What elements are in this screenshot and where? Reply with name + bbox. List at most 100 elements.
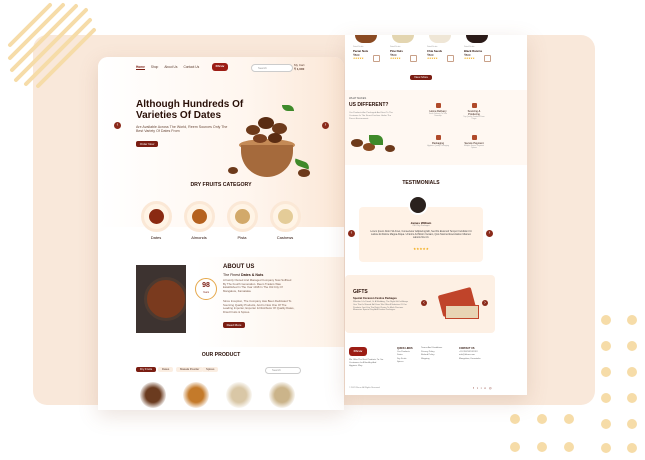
cart-widget[interactable]: My Cart ₹ 1,000 <box>294 63 305 71</box>
product-card[interactable]: Dried Fruits Pecan Nuts ₹500 ★★★★★ <box>351 35 381 68</box>
category-label: Cashews <box>276 235 294 240</box>
feature-desc: Multiple Secure Payment Options <box>464 145 484 150</box>
about-subheading: The Finest Dates & Nuts <box>223 273 263 277</box>
homepage-mockup-left: Home Shop About Us Contact Us Dhruv Sear… <box>98 57 344 410</box>
homepage-mockup-right: Dried Fruits Pecan Nuts ₹500 ★★★★★ Dried… <box>345 35 527 395</box>
product-image[interactable] <box>269 382 295 408</box>
gifts-subheading: Special Occasion Festive Packages <box>353 297 397 300</box>
tab-spices[interactable]: Spices <box>202 367 219 372</box>
product-category: Dried Fruits <box>353 46 364 48</box>
hero-next-arrow-icon[interactable]: › <box>322 122 329 129</box>
add-to-cart-icon[interactable] <box>447 55 454 62</box>
why-heading: US DIFFERENT? <box>349 102 389 108</box>
product-card[interactable]: Dried Fruits Black Raisins ₹500 ★★★★★ <box>462 35 492 68</box>
add-to-cart-icon[interactable] <box>373 55 380 62</box>
why-paragraph: Our Products Are Packaged And Sent To Th… <box>349 112 393 120</box>
instagram-icon[interactable]: ◎ <box>489 386 495 390</box>
product-search-input[interactable]: Search <box>265 367 301 374</box>
gifts-heading: GIFTS <box>353 289 368 295</box>
package-box-icon <box>435 135 441 140</box>
footer-link[interactable]: Spices <box>397 361 413 365</box>
about-image <box>136 265 186 333</box>
decorative-stripes <box>8 3 96 88</box>
testimonial-quote: Lorem Ipsum Dolor Sit Amet, Consectetur … <box>370 230 472 240</box>
gifts-prev-arrow-icon[interactable]: ‹ <box>421 300 427 306</box>
nav-contact[interactable]: Contact Us <box>183 65 199 70</box>
date-fruit <box>268 133 282 143</box>
palm-leaf-icon <box>369 135 383 145</box>
bowl-body <box>241 145 293 177</box>
testimonial-prev-arrow-icon[interactable]: ‹ <box>348 230 355 237</box>
about-sub-prefix: The Finest <box>223 273 240 277</box>
rating-stars: ★★★★★ <box>390 57 401 60</box>
read-more-button[interactable]: Read More <box>223 322 245 328</box>
category-cashews[interactable]: Cashews <box>270 201 301 240</box>
nav-about[interactable]: About Us <box>164 65 177 70</box>
product-category: Dried Fruits <box>464 46 475 48</box>
footer-policies: Terms And Conditions Privacy Policy Refu… <box>421 347 442 361</box>
footer-address: Mangalore, Karnataka <box>459 357 481 360</box>
avatar <box>408 195 428 215</box>
dates-plate <box>144 277 186 321</box>
category-almonds[interactable]: Almonds <box>184 201 215 240</box>
social-icons: ftin◎ <box>473 386 495 390</box>
product-card[interactable]: Dried Fruits Chia Seeds ₹500 ★★★★★ <box>425 35 455 68</box>
footer-logo[interactable]: Dhruv <box>349 347 367 356</box>
tab-dates[interactable]: Dates <box>158 367 174 372</box>
pista-image <box>227 201 258 232</box>
decorative-dots-bottom <box>508 410 598 460</box>
footer-quick-links: QUICK LINKS Our Products Dates Dry Fruit… <box>397 347 413 365</box>
testimonial-role: CEO Dry Packages <box>412 225 430 227</box>
product-card[interactable]: Dried Fruits Pine Nuts ₹500 ★★★★★ <box>388 35 418 68</box>
search-input[interactable]: Search <box>251 64 293 72</box>
gift-tray-image <box>445 305 479 319</box>
rating-stars: ★★★★★ <box>353 57 364 60</box>
product-category: Dried Fruits <box>390 46 401 48</box>
dates-image <box>385 145 395 152</box>
gifts-paragraph: Whether It Is Diwali, Or A Wedding, The … <box>353 301 409 312</box>
product-image <box>392 35 414 43</box>
rating-stars: ★★★★★ <box>464 57 475 60</box>
delivery-truck-icon <box>435 103 441 108</box>
category-label: Dates <box>150 235 162 240</box>
hero-title: Although Hundreds Of Varieties Of Dates <box>136 99 244 121</box>
tab-masala-powder[interactable]: Masala Powder <box>176 367 204 372</box>
dates-image <box>351 139 363 147</box>
date-fruit <box>253 134 267 143</box>
linkedin-icon[interactable]: in <box>481 386 489 390</box>
order-now-button[interactable]: Order Now <box>136 141 158 147</box>
rating-stars: ★★★★★ <box>413 247 429 251</box>
hero-section: Home Shop About Us Contact Us Dhruv Sear… <box>98 57 344 227</box>
product-category: Dried Fruits <box>427 46 438 48</box>
hero-prev-arrow-icon[interactable]: ‹ <box>114 122 121 129</box>
almonds-image <box>184 201 215 232</box>
add-to-cart-icon[interactable] <box>410 55 417 62</box>
feature-secure-payment: Secure Payment Multiple Secure Payment O… <box>463 135 485 150</box>
tab-dry-fruits[interactable]: Dry Fruits <box>136 367 157 372</box>
add-to-cart-icon[interactable] <box>484 55 491 62</box>
product-image[interactable] <box>140 382 166 408</box>
gifts-next-arrow-icon[interactable]: › <box>482 300 488 306</box>
product-image[interactable] <box>226 382 252 408</box>
why-label: WHAT MAKES <box>349 97 367 100</box>
category-dates[interactable]: Dates <box>141 201 172 240</box>
view-more-button[interactable]: View More <box>410 75 432 80</box>
card-payment-icon <box>471 135 477 140</box>
feature-desc: Fresh Delivery To Your Doorstep <box>428 113 448 118</box>
about-heading: ABOUT US <box>223 264 255 270</box>
brand-logo[interactable]: Dhruv <box>212 63 228 71</box>
location-pin-icon <box>471 103 477 108</box>
nav-home[interactable]: Home <box>136 65 145 70</box>
footer-link[interactable]: Shipping <box>421 358 442 362</box>
testimonial-next-arrow-icon[interactable]: › <box>486 230 493 237</box>
footer-copyright: © 2023 Dhruv. All Rights Reserved <box>349 387 380 389</box>
decorative-dots-right <box>598 313 643 458</box>
feature-desc: Top Quality Products From Origin <box>463 116 485 121</box>
product-image <box>355 35 377 43</box>
product-image[interactable] <box>183 382 209 408</box>
category-pista[interactable]: Pista <box>227 201 258 240</box>
nav-shop[interactable]: Shop <box>151 65 158 70</box>
category-section-title: DRY FRUITS CATEGORY <box>190 182 252 188</box>
feature-desc: Hygienic Quality Packaging <box>427 145 449 147</box>
date-fruit <box>298 169 310 177</box>
